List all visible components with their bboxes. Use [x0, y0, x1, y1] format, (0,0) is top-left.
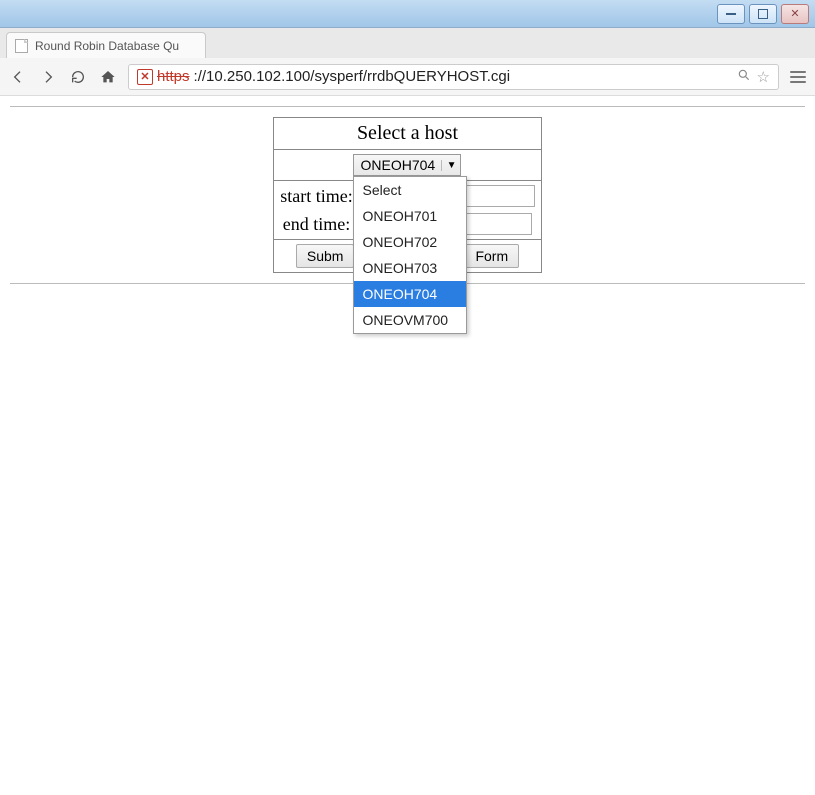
- url-protocol: https: [157, 68, 190, 85]
- host-select-option[interactable]: ONEOH701: [354, 203, 466, 229]
- page-content: Select a host ONEOH704 ▼ SelectONEOH701O…: [0, 96, 815, 292]
- host-select[interactable]: ONEOH704 ▼: [353, 154, 461, 176]
- window-minimize-button[interactable]: [717, 4, 745, 24]
- host-select-wrapper: ONEOH704 ▼ SelectONEOH701ONEOH702ONEOH70…: [353, 154, 461, 176]
- host-select-option[interactable]: ONEOH702: [354, 229, 466, 255]
- url-text: ://10.250.102.100/sysperf/rrdbQUERYHOST.…: [194, 68, 511, 85]
- search-icon[interactable]: [737, 68, 751, 86]
- window-close-button[interactable]: ✕: [781, 4, 809, 24]
- browser-tab[interactable]: Round Robin Database Qu: [6, 32, 206, 58]
- host-select-dropdown[interactable]: SelectONEOH701ONEOH702ONEOH703ONEOH704ON…: [353, 176, 467, 334]
- browser-tabstrip: Round Robin Database Qu: [0, 28, 815, 58]
- bookmark-star-icon[interactable]: ☆: [757, 68, 770, 86]
- window-titlebar: ✕: [0, 0, 815, 28]
- submit-button[interactable]: Subm: [296, 244, 355, 268]
- back-button[interactable]: [8, 67, 28, 87]
- reset-button[interactable]: Form: [464, 244, 519, 268]
- form-title: Select a host: [274, 118, 541, 150]
- host-form-table: Select a host ONEOH704 ▼ SelectONEOH701O…: [273, 117, 541, 273]
- host-select-option[interactable]: ONEOVM700: [354, 307, 466, 333]
- forward-button[interactable]: [38, 67, 58, 87]
- tab-title: Round Robin Database Qu: [35, 39, 179, 53]
- chevron-down-icon: ▼: [441, 160, 457, 171]
- ssl-warning-icon: ✕: [137, 69, 153, 85]
- window-maximize-button[interactable]: [749, 4, 777, 24]
- host-select-option[interactable]: ONEOH703: [354, 255, 466, 281]
- reload-button[interactable]: [68, 67, 88, 87]
- file-icon: [15, 39, 29, 53]
- host-select-option[interactable]: Select: [354, 177, 466, 203]
- url-bar[interactable]: ✕ https ://10.250.102.100/sysperf/rrdbQU…: [128, 64, 779, 90]
- host-select-option[interactable]: ONEOH704: [354, 281, 466, 307]
- menu-button[interactable]: [789, 71, 807, 83]
- end-time-label: end time:: [283, 214, 350, 235]
- home-button[interactable]: [98, 67, 118, 87]
- start-time-label: start time:: [280, 186, 352, 207]
- divider: [10, 106, 805, 107]
- host-select-value: ONEOH704: [360, 157, 435, 173]
- browser-toolbar: ✕ https ://10.250.102.100/sysperf/rrdbQU…: [0, 58, 815, 96]
